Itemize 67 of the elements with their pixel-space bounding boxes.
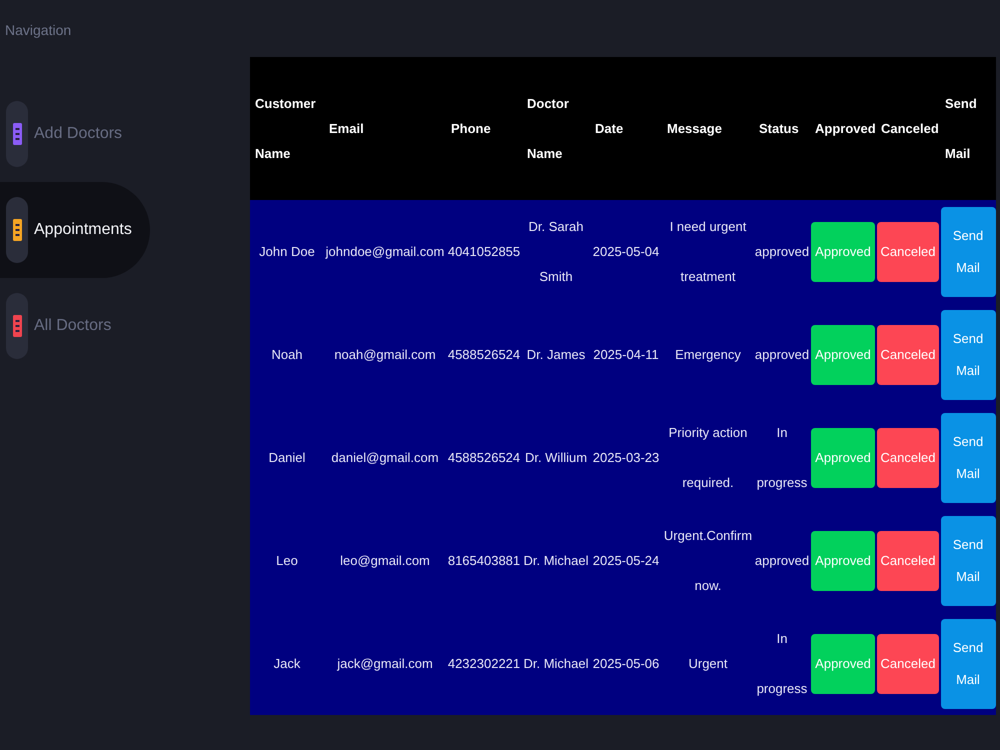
- table-cell: Dr. James: [522, 303, 590, 406]
- column-header: Customer Name: [250, 57, 324, 200]
- send-mail-button[interactable]: Send Mail: [940, 516, 996, 606]
- table-cell: 4232302221: [446, 612, 522, 715]
- table-cell: leo@gmail.com: [324, 509, 446, 612]
- send-mail-button[interactable]: Send Mail: [940, 206, 996, 296]
- table-cell: approved: [754, 200, 810, 303]
- table-cell: 2025-05-06: [590, 612, 662, 715]
- column-header: Message: [662, 57, 754, 200]
- cancel-button[interactable]: Canceled: [877, 530, 939, 590]
- table-cell: Daniel: [250, 406, 324, 509]
- table-cell: Emergency: [662, 303, 754, 406]
- cancel-button[interactable]: Canceled: [877, 634, 939, 694]
- table-cell: Dr. Sarah Smith: [522, 200, 590, 303]
- table-cell: approved: [754, 303, 810, 406]
- sidebar-heading: Navigation: [5, 21, 72, 39]
- send-mail-button[interactable]: Send Mail: [940, 618, 996, 708]
- table-cell: 4588526524: [446, 303, 522, 406]
- list-icon: [6, 101, 28, 167]
- table-cell: daniel@gmail.com: [324, 406, 446, 509]
- cancel-button[interactable]: Canceled: [877, 222, 939, 282]
- nav-item[interactable]: All Doctors: [0, 278, 150, 374]
- table-cell: johndoe@gmail.com: [324, 200, 446, 303]
- column-header: Send Mail: [940, 57, 996, 200]
- table-cell: 4041052855: [446, 200, 522, 303]
- cancel-button[interactable]: Canceled: [877, 324, 939, 384]
- cancel-button[interactable]: Canceled: [877, 428, 939, 488]
- table-cell: I need urgent treatment: [662, 200, 754, 303]
- approve-button[interactable]: Approved: [811, 634, 875, 694]
- send-mail-button[interactable]: Send Mail: [940, 310, 996, 400]
- table-cell: In progress: [754, 612, 810, 715]
- column-header: Email: [324, 57, 446, 200]
- approve-button[interactable]: Approved: [811, 428, 875, 488]
- table-cell: Dr. Willium: [522, 406, 590, 509]
- column-header: Approved: [810, 57, 876, 200]
- nav-item[interactable]: Add Doctors: [0, 86, 150, 182]
- list-icon: [6, 293, 28, 359]
- table-cell: 4588526524: [446, 406, 522, 509]
- column-header: Phone: [446, 57, 522, 200]
- table-cell: Noah: [250, 303, 324, 406]
- approve-button[interactable]: Approved: [811, 530, 875, 590]
- table-cell: Jack: [250, 612, 324, 715]
- table-cell: 2025-03-23: [590, 406, 662, 509]
- table-cell: Dr. Michael: [522, 612, 590, 715]
- table-cell: 2025-05-24: [590, 509, 662, 612]
- nav-item[interactable]: Appointments: [0, 182, 150, 278]
- table-cell: Urgent: [662, 612, 754, 715]
- table-cell: John Doe: [250, 200, 324, 303]
- table-cell: 8165403881: [446, 509, 522, 612]
- approve-button[interactable]: Approved: [811, 222, 875, 282]
- table-cell: 2025-04-11: [590, 303, 662, 406]
- approve-button[interactable]: Approved: [811, 324, 875, 384]
- table-cell: 2025-05-04: [590, 200, 662, 303]
- table-cell: Dr. Michael: [522, 509, 590, 612]
- table-cell: noah@gmail.com: [324, 303, 446, 406]
- table-cell: In progress: [754, 406, 810, 509]
- table-cell: Leo: [250, 509, 324, 612]
- table-cell: jack@gmail.com: [324, 612, 446, 715]
- list-icon: [6, 197, 28, 263]
- table-cell: Priority action required.: [662, 406, 754, 509]
- column-header: Date: [590, 57, 662, 200]
- table-cell: Urgent.Confirm now.: [662, 509, 754, 612]
- column-header: Canceled: [876, 57, 940, 200]
- column-header: Status: [754, 57, 810, 200]
- send-mail-button[interactable]: Send Mail: [940, 412, 996, 502]
- table-cell: approved: [754, 509, 810, 612]
- column-header: Doctor Name: [522, 57, 590, 200]
